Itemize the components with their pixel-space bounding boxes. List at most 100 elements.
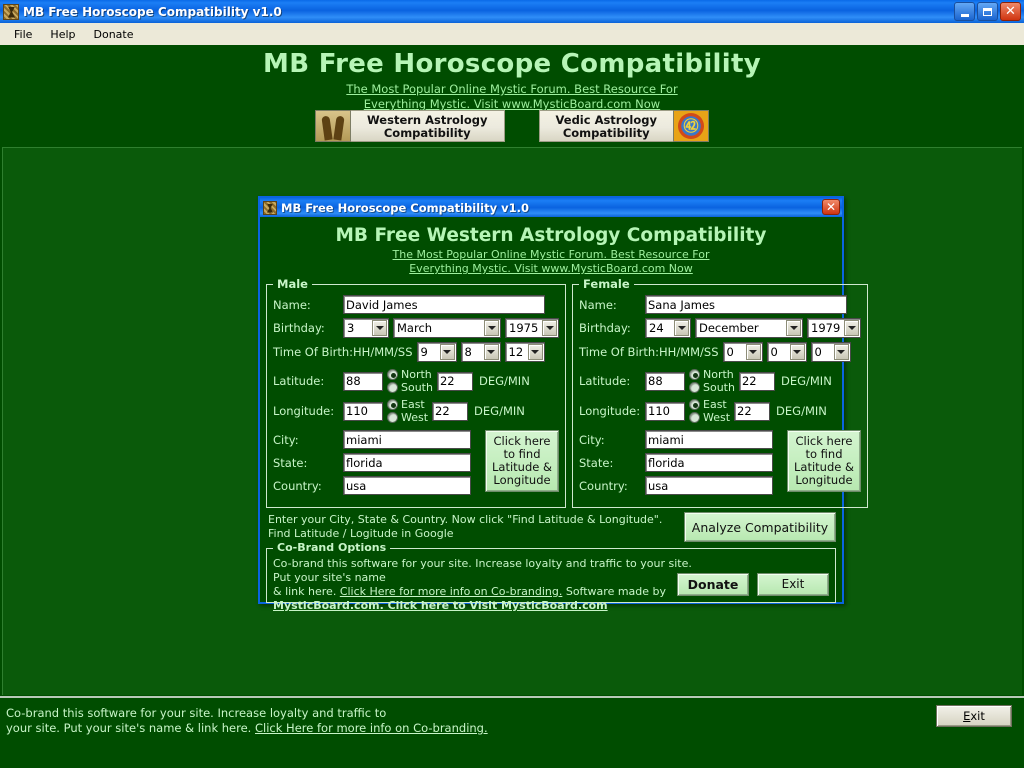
female-latitude-south-label: South [703, 381, 735, 394]
statusbar-cobrand-link[interactable]: Click Here for more info on Co-branding. [255, 721, 488, 735]
male-city-input[interactable] [343, 430, 471, 449]
female-longitude-units-label: DEG/MIN [776, 404, 827, 418]
male-latitude-min-input[interactable] [436, 371, 473, 391]
female-birthday-row: Birthday: 24 December 1979 [579, 318, 861, 338]
male-find-lat-long-button[interactable]: Click here to find Latitude & Longitude [485, 430, 559, 492]
cobrand-group: Co-Brand Options Co-brand this software … [266, 541, 836, 612]
male-latitude-units-label: DEG/MIN [478, 374, 530, 388]
exit-button[interactable]: Exit [936, 705, 1012, 727]
female-country-row: Country: [579, 476, 787, 495]
statusbar-line2: your site. Put your site's name & link h… [6, 721, 706, 736]
female-birth-month-select[interactable]: December [695, 318, 803, 338]
window-controls: ✕ [954, 2, 1021, 21]
dialog-subtitle-line1: The Most Popular Online Mystic Forum. Be… [392, 248, 710, 261]
female-latitude-south-radio[interactable]: South [689, 381, 735, 394]
radio-unselected-icon [689, 412, 700, 423]
female-latitude-north-radio[interactable]: North [689, 368, 735, 381]
menu-item-donate[interactable]: Donate [86, 26, 142, 43]
tab-vedic-astrology[interactable]: Vedic Astrology Compatibility ㊷ [538, 110, 709, 142]
minimize-button[interactable] [954, 2, 975, 21]
female-latitude-deg-input[interactable] [645, 371, 685, 391]
radio-unselected-icon [689, 382, 700, 393]
female-birth-year-select[interactable]: 1979 [807, 318, 861, 338]
male-longitude-units-label: DEG/MIN [474, 404, 525, 418]
female-find-lat-long-button[interactable]: Click here to find Latitude & Longitude [787, 430, 861, 492]
tab-vedic-line2: Compatibility [562, 126, 650, 140]
female-longitude-deg-input[interactable] [645, 401, 685, 421]
female-name-input[interactable] [645, 295, 847, 314]
cobrand-info-link[interactable]: Click Here for more info on Co-branding. [340, 585, 563, 598]
male-latitude-north-radio[interactable]: North [387, 368, 433, 381]
chevron-down-icon [789, 344, 805, 360]
female-longitude-row: Longitude: East West DEG/MIN [579, 398, 861, 424]
female-birthday-label: Birthday: [579, 321, 631, 335]
male-time-hour-select[interactable]: 9 [416, 342, 457, 362]
female-latitude-label: Latitude: [579, 374, 631, 388]
female-state-label: State: [579, 455, 614, 470]
male-birth-month-value: March [397, 321, 433, 335]
dialog-close-button[interactable]: ✕ [822, 199, 840, 215]
male-time-minute-select[interactable]: 8 [460, 342, 501, 362]
maximize-button[interactable] [977, 2, 998, 21]
female-group: Female Name: Birthday: 24 December [572, 277, 868, 508]
female-time-minute-select[interactable]: 0 [766, 342, 807, 362]
male-city-row: City: [273, 430, 485, 449]
male-longitude-west-radio[interactable]: West [387, 411, 428, 424]
male-longitude-min-input[interactable] [432, 401, 469, 421]
cobrand-line2: & link here. Click Here for more info on… [273, 585, 693, 599]
male-longitude-east-label: East [401, 398, 425, 411]
female-country-input[interactable] [645, 476, 773, 495]
application-window: MB Free Horoscope Compatibility v1.0 ✕ F… [0, 0, 1024, 768]
dialog-exit-button[interactable]: Exit [757, 573, 829, 596]
dialog-title: MB Free Horoscope Compatibility v1.0 [281, 200, 529, 215]
female-longitude-label: Longitude: [579, 404, 641, 418]
female-state-input[interactable] [645, 453, 773, 472]
menu-item-help[interactable]: Help [42, 26, 83, 43]
male-country-input[interactable] [343, 476, 471, 495]
female-city-input[interactable] [645, 430, 773, 449]
female-longitude-min-input[interactable] [734, 401, 771, 421]
male-latitude-deg-input[interactable] [343, 371, 383, 391]
male-time-second-select[interactable]: 12 [504, 342, 545, 362]
male-location-fields: City: State: Country: [273, 430, 485, 499]
female-longitude-east-radio[interactable]: East [689, 398, 730, 411]
female-birth-day-select[interactable]: 24 [645, 318, 691, 338]
app-subtitle-link[interactable]: The Most Popular Online Mystic Forum. Be… [0, 82, 1024, 112]
male-name-input[interactable] [343, 295, 545, 314]
female-longitude-west-radio[interactable]: West [689, 411, 730, 424]
analyze-compatibility-button[interactable]: Analyze Compatibility [684, 512, 836, 542]
instructions-line1: Enter your City, State & Country. Now cl… [268, 513, 663, 526]
male-state-label: State: [273, 455, 308, 470]
female-time-second-select[interactable]: 0 [810, 342, 851, 362]
instructions-area: Enter your City, State & Country. Now cl… [260, 508, 842, 544]
donate-button[interactable]: Donate [677, 573, 749, 596]
dialog-app-icon [263, 200, 277, 215]
male-location-block: City: State: Country: Click here to find [273, 430, 559, 499]
male-time-minute-value: 8 [464, 345, 472, 359]
male-state-input[interactable] [343, 453, 471, 472]
tab-western-astrology[interactable]: Western Astrology Compatibility [315, 110, 505, 142]
mysticboard-visit-link[interactable]: MysticBoard.com. Click here to Visit Mys… [273, 599, 608, 612]
female-time-second-value: 0 [814, 345, 822, 359]
male-longitude-east-radio[interactable]: East [387, 398, 428, 411]
female-latitude-hemisphere-radiogroup: North South [689, 368, 735, 394]
tab-western-line2: Compatibility [383, 126, 471, 140]
female-longitude-hemisphere-radiogroup: East West [689, 398, 730, 424]
male-latitude-south-radio[interactable]: South [387, 381, 433, 394]
male-name-row: Name: [273, 295, 559, 314]
female-city-row: City: [579, 430, 787, 449]
male-longitude-deg-input[interactable] [343, 401, 383, 421]
female-time-hour-select[interactable]: 0 [722, 342, 763, 362]
male-birth-month-select[interactable]: March [393, 318, 501, 338]
swastika-glyph: ㊷ [677, 113, 704, 139]
female-latitude-min-input[interactable] [738, 371, 775, 391]
close-button[interactable]: ✕ [1000, 2, 1021, 21]
window-titlebar: MB Free Horoscope Compatibility v1.0 ✕ [0, 0, 1024, 23]
male-longitude-hemisphere-radiogroup: East West [387, 398, 428, 424]
male-name-label: Name: [273, 297, 311, 312]
dialog-subtitle-link[interactable]: The Most Popular Online Mystic Forum. Be… [260, 248, 842, 276]
male-birth-year-select[interactable]: 1975 [505, 318, 559, 338]
statusbar-text: Co-brand this software for your site. In… [6, 706, 706, 736]
menu-item-file[interactable]: File [6, 26, 40, 43]
male-birth-day-select[interactable]: 3 [343, 318, 389, 338]
